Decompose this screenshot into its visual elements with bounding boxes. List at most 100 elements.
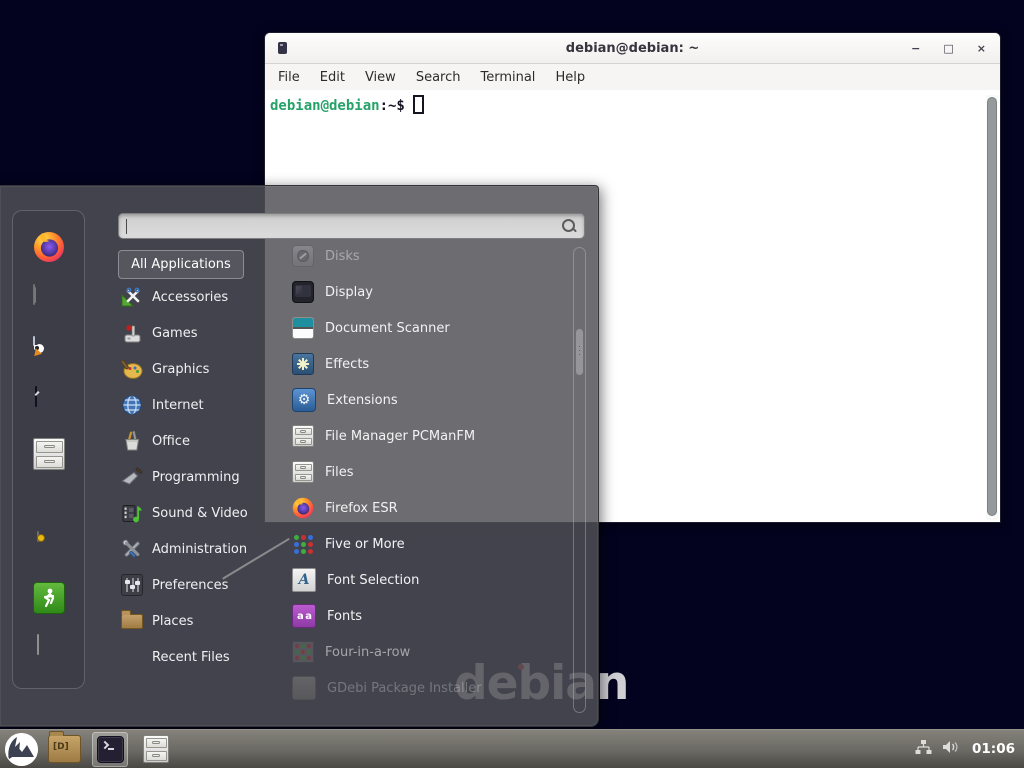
maximize-button[interactable]: □	[943, 43, 953, 54]
file-cabinet-icon	[292, 461, 314, 483]
fonts-icon	[292, 604, 316, 628]
terminal-scrollbar[interactable]	[986, 95, 998, 520]
search-input[interactable]	[126, 217, 546, 235]
app-row-disks: Disks	[268, 238, 568, 274]
font-selection-icon	[292, 568, 316, 592]
app-row-extensions[interactable]: Extensions	[268, 382, 568, 418]
folder-badge: [D]	[53, 742, 69, 752]
effects-icon	[292, 353, 314, 375]
category-recent-files[interactable]: Recent Files	[112, 639, 264, 675]
app-label: Firefox ESR	[325, 501, 398, 516]
menu-help[interactable]: Help	[545, 70, 595, 85]
preferences-icon	[121, 574, 143, 596]
menu-scrollbar-thumb[interactable]	[575, 328, 584, 376]
menu-file[interactable]: File	[268, 70, 310, 85]
all-applications-button[interactable]: All Applications	[118, 250, 244, 279]
gdebi-icon	[292, 676, 316, 700]
app-label: Font Selection	[327, 573, 419, 588]
speech-bubble-icon	[33, 336, 35, 346]
app-row-five-or-more[interactable]: Five or More	[268, 526, 568, 562]
category-label: Preferences	[152, 578, 228, 593]
category-games[interactable]: Games	[112, 315, 264, 351]
disks-icon	[292, 245, 314, 267]
taskbar-clock[interactable]: 01:06	[972, 741, 1015, 757]
app-row-fonts[interactable]: Fonts	[268, 598, 568, 634]
terminal-cursor	[413, 95, 424, 114]
taskbar-file-manager-button[interactable]	[143, 735, 169, 763]
app-row-four-in-a-row: Four-in-a-row	[268, 634, 568, 670]
menu-view[interactable]: View	[355, 70, 406, 85]
network-icon[interactable]	[915, 739, 932, 759]
app-row-gdebi-package-installer: GDebi Package Installer	[268, 670, 568, 706]
category-label: Programming	[152, 470, 240, 485]
volume-icon[interactable]	[942, 739, 960, 759]
favorite-keyboard-button[interactable]	[33, 284, 35, 305]
app-row-document-scanner[interactable]: Document Scanner	[268, 310, 568, 346]
favorite-terminal-button[interactable]	[35, 386, 37, 407]
terminal-window-icon	[278, 42, 287, 54]
start-menu-button[interactable]	[5, 733, 38, 766]
category-preferences[interactable]: Preferences	[112, 567, 264, 603]
log-out-button[interactable]	[33, 582, 65, 614]
menu-search-box[interactable]	[118, 213, 585, 239]
app-row-files[interactable]: Files	[268, 454, 568, 490]
application-list: Disks Display Document Scanner Effects E…	[268, 238, 568, 706]
firefox-icon	[33, 231, 65, 263]
sound-video-icon	[121, 502, 143, 524]
category-sound-video[interactable]: Sound & Video	[112, 495, 264, 531]
minimize-button[interactable]: −	[911, 43, 920, 54]
terminal-scrollbar-thumb[interactable]	[987, 97, 997, 516]
category-label: Recent Files	[152, 650, 230, 665]
close-button[interactable]: ×	[977, 43, 986, 54]
desktop-folder-button[interactable]: [D]	[48, 735, 81, 763]
places-icon	[121, 610, 143, 632]
category-list: Accessories Games	[112, 279, 264, 675]
app-label: Four-in-a-row	[325, 645, 410, 660]
prompt-suffix: :~$	[380, 98, 405, 114]
menu-search[interactable]: Search	[406, 70, 471, 85]
category-programming[interactable]: Programming	[112, 459, 264, 495]
app-row-firefox-esr[interactable]: Firefox ESR	[268, 490, 568, 526]
favorite-file-manager-button[interactable]	[33, 438, 65, 470]
menu-scrollbar[interactable]	[573, 247, 586, 713]
graphics-icon	[121, 358, 143, 380]
app-label: Display	[325, 285, 373, 300]
menu-terminal[interactable]: Terminal	[470, 70, 545, 85]
menu-edit[interactable]: Edit	[310, 70, 355, 85]
app-row-font-selection[interactable]: Font Selection	[268, 562, 568, 598]
app-row-file-manager-pcmanfm[interactable]: File Manager PCManFM	[268, 418, 568, 454]
terminal-icon	[97, 736, 124, 763]
category-label: Accessories	[152, 290, 228, 305]
favorite-firefox-button[interactable]	[33, 231, 65, 263]
category-graphics[interactable]: Graphics	[112, 351, 264, 387]
category-administration[interactable]: Administration	[112, 531, 264, 567]
category-places[interactable]: Places	[112, 603, 264, 639]
four-in-a-row-icon	[292, 641, 314, 663]
taskbar: [D] 01:06	[0, 729, 1024, 768]
category-label: Places	[152, 614, 193, 629]
office-icon	[121, 430, 143, 452]
app-row-effects[interactable]: Effects	[268, 346, 568, 382]
app-label: Document Scanner	[325, 321, 450, 336]
application-menu: All Applications Accessories	[0, 185, 599, 727]
category-accessories[interactable]: Accessories	[112, 279, 264, 315]
category-label: Administration	[152, 542, 247, 557]
category-label: Games	[152, 326, 197, 341]
category-internet[interactable]: Internet	[112, 387, 264, 423]
terminal-title: debian@debian: ~	[265, 41, 1000, 56]
app-label: File Manager PCManFM	[325, 429, 475, 444]
app-row-display[interactable]: Display	[268, 274, 568, 310]
shut-down-button[interactable]	[37, 634, 39, 655]
extensions-gear-icon	[292, 388, 316, 412]
terminal-titlebar[interactable]: debian@debian: ~ − □ ×	[265, 33, 1000, 64]
prompt-user-host: debian@debian	[270, 98, 380, 114]
app-label: Effects	[325, 357, 369, 372]
display-icon	[292, 281, 314, 303]
file-cabinet-icon	[292, 425, 314, 447]
firefox-icon	[292, 497, 314, 519]
app-label: Files	[325, 465, 354, 480]
category-office[interactable]: Office	[112, 423, 264, 459]
document-scanner-icon	[292, 317, 314, 339]
menu-logo-icon	[5, 733, 38, 766]
taskbar-terminal-button[interactable]	[92, 732, 128, 767]
